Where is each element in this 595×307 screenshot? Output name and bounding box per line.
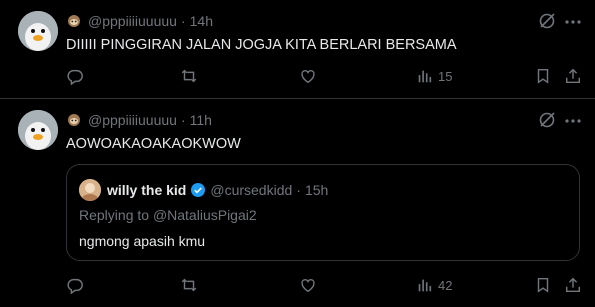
- replying-to-mention[interactable]: @NataliusPigai2: [153, 207, 257, 223]
- tweet-text: DIIIII PINGGIRAN JALAN JOGJA KITA BERLAR…: [66, 37, 457, 53]
- sloth-emoji-icon: [66, 13, 82, 29]
- views-icon: [418, 70, 432, 83]
- heart-icon: [301, 278, 315, 293]
- heart-icon: [301, 69, 315, 84]
- share-button[interactable]: [564, 66, 582, 86]
- tweet-actions: 15: [66, 66, 586, 86]
- quoted-timestamp[interactable]: 15h: [305, 182, 328, 198]
- views-button[interactable]: 42: [416, 275, 452, 295]
- like-button[interactable]: [299, 275, 317, 295]
- bookmark-icon: [537, 68, 549, 84]
- repost-button[interactable]: [180, 66, 198, 86]
- share-icon: [565, 277, 581, 293]
- repost-button[interactable]: [180, 275, 198, 295]
- author-handle[interactable]: @pppiiiiuuuuu: [88, 13, 177, 29]
- tweet-1[interactable]: @pppiiiiuuuuu · 14h DIIIII PINGGIRAN JAL…: [0, 0, 595, 98]
- author-handle[interactable]: @pppiiiiuuuuu: [88, 112, 177, 128]
- tweet-header: @pppiiiiuuuuu · 11h: [66, 111, 212, 129]
- grok-icon[interactable]: [537, 11, 557, 31]
- quoted-author-name[interactable]: willy the kid: [107, 182, 186, 198]
- bookmark-button[interactable]: [534, 66, 552, 86]
- quoted-author-handle[interactable]: @cursedkidd: [210, 182, 292, 198]
- separator-dot: ·: [180, 13, 186, 29]
- separator-dot: ·: [180, 112, 186, 128]
- quoted-tweet[interactable]: willy the kid @cursedkidd · 15h Replying…: [66, 164, 580, 261]
- tweet-2[interactable]: @pppiiiiuuuuu · 11h AOWOAKAOAKAOKWOW wil…: [0, 99, 595, 307]
- views-count: 15: [438, 68, 453, 84]
- quoted-avatar[interactable]: [79, 179, 101, 201]
- tweet-actions: 42: [66, 275, 586, 295]
- share-button[interactable]: [564, 275, 582, 295]
- avatar[interactable]: [18, 110, 58, 150]
- quoted-tweet-header: willy the kid @cursedkidd · 15h: [79, 179, 328, 201]
- quoted-tweet-text: ngmong apasih kmu: [79, 233, 206, 249]
- sloth-emoji-icon: [66, 112, 82, 128]
- reply-button[interactable]: [66, 66, 84, 86]
- reply-button[interactable]: [66, 275, 84, 295]
- repost-icon: [181, 278, 197, 292]
- bookmark-icon: [537, 277, 549, 293]
- like-button[interactable]: [299, 66, 317, 86]
- avatar[interactable]: [18, 11, 58, 51]
- reply-icon: [67, 69, 83, 85]
- replying-prefix: Replying to: [79, 207, 153, 223]
- views-icon: [418, 279, 432, 292]
- repost-icon: [181, 69, 197, 83]
- share-icon: [565, 68, 581, 84]
- separator-dot: ·: [296, 182, 301, 198]
- reply-icon: [67, 278, 83, 294]
- timestamp[interactable]: 14h: [190, 13, 213, 29]
- views-button[interactable]: 15: [416, 66, 452, 86]
- timestamp[interactable]: 11h: [190, 112, 212, 128]
- bookmark-button[interactable]: [534, 275, 552, 295]
- tweet-text: AOWOAKAOAKAOKWOW: [66, 136, 241, 152]
- grok-icon[interactable]: [537, 110, 557, 130]
- more-options-icon[interactable]: [563, 12, 583, 32]
- more-options-icon[interactable]: [563, 111, 583, 131]
- tweet-header: @pppiiiiuuuuu · 14h: [66, 12, 213, 30]
- verified-badge-icon: [190, 182, 206, 198]
- replying-to: Replying to @NataliusPigai2: [79, 207, 257, 223]
- views-count: 42: [438, 277, 453, 293]
